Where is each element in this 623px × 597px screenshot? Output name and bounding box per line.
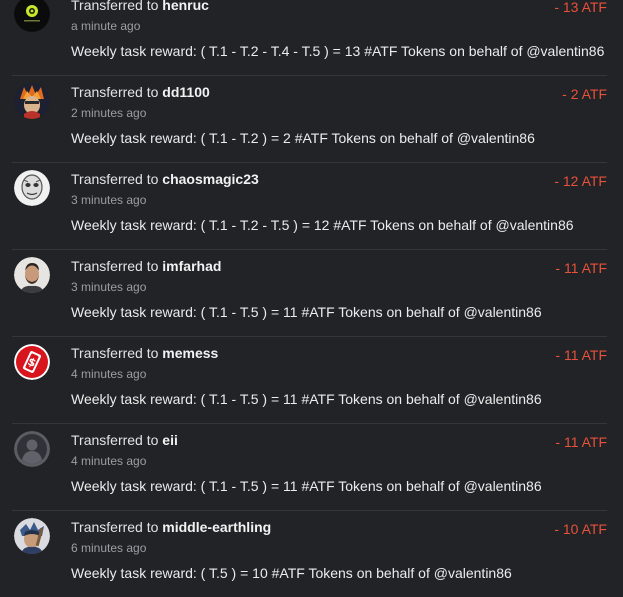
transfer-memo: Weekly task reward: ( T.5 ) = 10 #ATF To… [71,565,512,581]
recipient-link[interactable]: middle-earthling [162,519,271,535]
transfer-row: Transferred to eii 4 minutes ago Weekly … [12,424,607,511]
transfer-amount: - 12 ATF [554,173,607,189]
recipient-link[interactable]: dd1100 [162,84,209,100]
timestamp[interactable]: 6 minutes ago [71,541,146,555]
timestamp[interactable]: a minute ago [71,19,140,33]
transfer-amount: - 2 ATF [562,86,607,102]
timestamp[interactable]: 3 minutes ago [71,280,146,294]
imfarhad-avatar[interactable] [14,257,50,293]
transfer-title: Transferred to chaosmagic23 [71,171,259,187]
transfer-amount: - 11 ATF [555,260,607,276]
transfer-amount: - 11 ATF [555,434,607,450]
transfer-prefix: Transferred to [71,345,159,361]
transfer-memo: Weekly task reward: ( T.1 - T.5 ) = 11 #… [71,391,542,407]
transfer-row: Transferred to henruc a minute ago Weekl… [12,0,607,76]
transfer-title: Transferred to middle-earthling [71,519,271,535]
transfer-row: Transferred to middle-earthling 6 minute… [12,511,607,597]
transfer-prefix: Transferred to [71,258,159,274]
recipient-link[interactable]: memess [162,345,218,361]
recipient-link[interactable]: chaosmagic23 [162,171,259,187]
transfer-prefix: Transferred to [71,84,159,100]
transfer-list: Transferred to henruc a minute ago Weekl… [0,0,623,597]
recipient-link[interactable]: eii [162,432,178,448]
default-user-avatar[interactable] [14,431,50,467]
transfer-prefix: Transferred to [71,0,159,13]
transfer-memo: Weekly task reward: ( T.1 - T.5 ) = 11 #… [71,304,542,320]
dd1100-avatar[interactable] [14,83,50,119]
memess-avatar[interactable]: $ [14,344,50,380]
transfer-title: Transferred to dd1100 [71,84,210,100]
transfer-memo: Weekly task reward: ( T.1 - T.5 ) = 11 #… [71,478,542,494]
transfer-row: $ Transferred to memess 4 minutes ago We… [12,337,607,424]
transfer-title: Transferred to eii [71,432,178,448]
recipient-link[interactable]: imfarhad [162,258,221,274]
transfer-memo: Weekly task reward: ( T.1 - T.2 ) = 2 #A… [71,130,535,146]
transfer-title: Transferred to memess [71,345,218,361]
recipient-link[interactable]: henruc [162,0,209,13]
timestamp[interactable]: 2 minutes ago [71,106,146,120]
middle-earthling-avatar[interactable] [14,518,50,554]
transfer-row: Transferred to imfarhad 3 minutes ago We… [12,250,607,337]
transfer-prefix: Transferred to [71,171,159,187]
transfer-prefix: Transferred to [71,519,159,535]
timestamp[interactable]: 4 minutes ago [71,367,146,381]
chaosmagic23-avatar[interactable] [14,170,50,206]
transfer-amount: - 13 ATF [554,0,607,15]
transfer-amount: - 11 ATF [555,347,607,363]
transfer-row: Transferred to dd1100 2 minutes ago Week… [12,76,607,163]
transfer-title: Transferred to henruc [71,0,209,13]
transfer-memo: Weekly task reward: ( T.1 - T.2 - T.5 ) … [71,217,574,233]
transfer-row: Transferred to chaosmagic23 3 minutes ag… [12,163,607,250]
transfer-title: Transferred to imfarhad [71,258,221,274]
timestamp[interactable]: 4 minutes ago [71,454,146,468]
timestamp[interactable]: 3 minutes ago [71,193,146,207]
transfer-prefix: Transferred to [71,432,159,448]
henruc-avatar[interactable] [14,0,50,32]
transfer-amount: - 10 ATF [554,521,607,537]
transfer-memo: Weekly task reward: ( T.1 - T.2 - T.4 - … [71,43,605,59]
